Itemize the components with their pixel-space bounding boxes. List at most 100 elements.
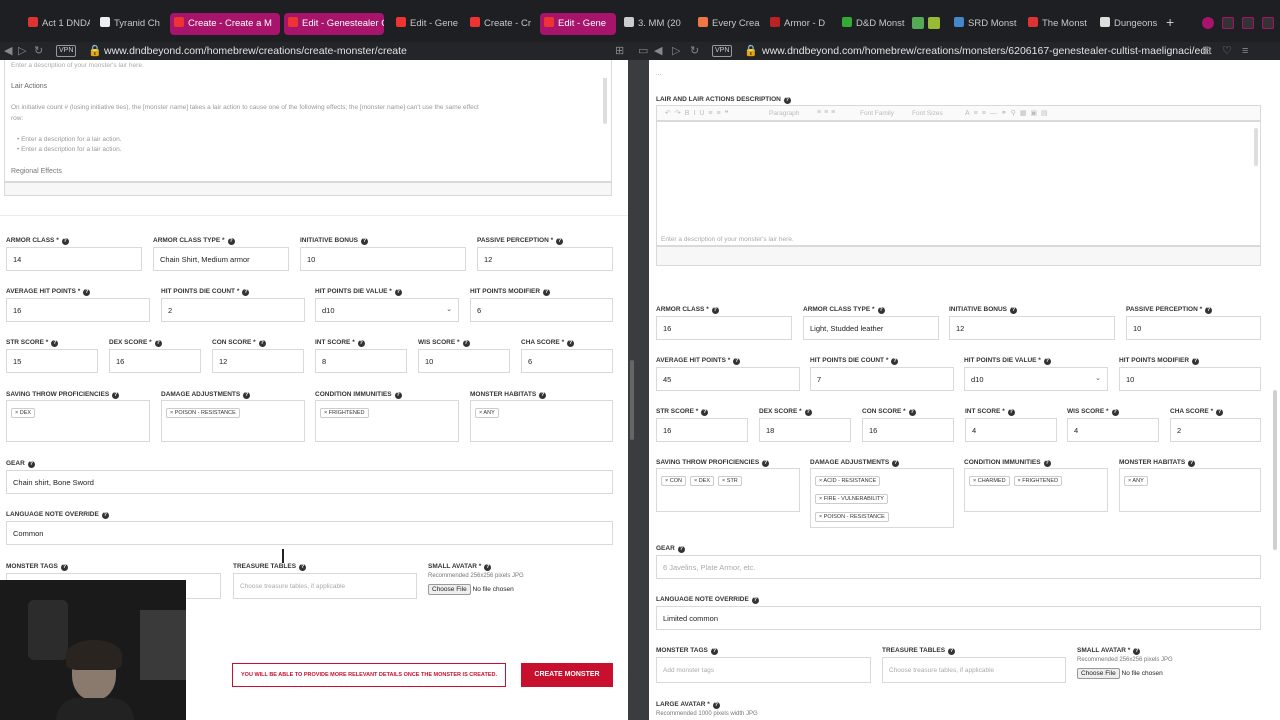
- saving-throw-chip[interactable]: × DEX: [689, 476, 715, 486]
- help-icon[interactable]: ?: [804, 409, 812, 416]
- cha-input[interactable]: 6: [521, 349, 613, 373]
- reload-icon[interactable]: ↻: [34, 42, 43, 60]
- passive-perception-input[interactable]: 12: [477, 247, 613, 271]
- help-icon[interactable]: ?: [556, 238, 564, 245]
- help-icon[interactable]: ?: [243, 392, 251, 399]
- help-icon[interactable]: ?: [539, 392, 547, 399]
- help-icon[interactable]: ?: [394, 289, 402, 296]
- armor-class-type-input[interactable]: Light, Studded leather: [803, 316, 939, 340]
- editor-scrollbar[interactable]: [1254, 128, 1258, 166]
- hp-die-value-select[interactable]: d10 ⌄: [315, 298, 459, 322]
- tags-input[interactable]: Add monster tags: [656, 657, 871, 683]
- help-icon[interactable]: ?: [60, 564, 68, 571]
- tab[interactable]: Create - Cr: [466, 13, 536, 35]
- forward-icon[interactable]: ▷: [18, 42, 26, 60]
- help-icon[interactable]: ?: [101, 512, 109, 519]
- int-input[interactable]: 4: [965, 418, 1057, 442]
- minimize-icon[interactable]: [1222, 17, 1234, 29]
- right-url[interactable]: www.dndbeyond.com/homebrew/creations/mon…: [762, 42, 1211, 60]
- saving-throw-chip[interactable]: × CON: [661, 476, 686, 486]
- help-icon[interactable]: ?: [1043, 460, 1051, 467]
- maximize-icon[interactable]: [1242, 17, 1254, 29]
- condition-imm-chip[interactable]: × FRIGHTENED: [320, 408, 369, 418]
- split-divider[interactable]: [628, 60, 649, 720]
- help-icon[interactable]: ?: [227, 238, 235, 245]
- help-icon[interactable]: ?: [1043, 358, 1051, 365]
- tab[interactable]: Tyranid Ch: [96, 13, 162, 35]
- left-scrollbar[interactable]: [630, 360, 634, 440]
- damage-adj-chip[interactable]: × ACID - RESISTANCE: [815, 476, 881, 486]
- hp-die-count-input[interactable]: 7: [810, 367, 954, 391]
- close-icon[interactable]: [1262, 17, 1274, 29]
- habitat-chip[interactable]: × ANY: [475, 408, 499, 418]
- hp-die-value-select[interactable]: d10 ⌄: [964, 367, 1108, 391]
- damage-adj-multiselect[interactable]: × POISON - RESISTANCE: [161, 400, 305, 442]
- help-icon[interactable]: ?: [357, 340, 365, 347]
- condition-imm-multiselect[interactable]: × FRIGHTENED: [315, 400, 459, 442]
- hp-die-count-input[interactable]: 2: [161, 298, 305, 322]
- misc-icons[interactable]: A≡≡—⚭⚲▦▣▤: [965, 109, 1052, 117]
- dex-input[interactable]: 16: [109, 349, 201, 373]
- armor-class-type-input[interactable]: Chain Shirt, Medium armor: [153, 247, 289, 271]
- heart-icon[interactable]: ♡: [1222, 42, 1232, 60]
- gear-input[interactable]: Chain shirt, Bone Sword: [6, 470, 613, 494]
- treasure-input[interactable]: Choose treasure tables, if applicable: [233, 573, 417, 599]
- menu-icon[interactable]: ≡: [1242, 42, 1248, 60]
- font-sizes-select[interactable]: Font Sizes: [912, 110, 943, 117]
- help-icon[interactable]: ?: [299, 564, 307, 571]
- tab[interactable]: Armor - D: [766, 13, 836, 35]
- help-icon[interactable]: ?: [361, 238, 369, 245]
- lair-editor[interactable]: Enter a description of your monster's la…: [4, 60, 612, 182]
- help-icon[interactable]: ?: [751, 597, 759, 604]
- help-icon[interactable]: ?: [1205, 307, 1213, 314]
- help-icon[interactable]: ?: [567, 340, 575, 347]
- int-input[interactable]: 8: [315, 349, 407, 373]
- tab[interactable]: Edit - Gene: [540, 13, 616, 35]
- forward-icon[interactable]: ▷: [672, 42, 680, 60]
- reload-icon[interactable]: ↻: [690, 42, 699, 60]
- help-icon[interactable]: ?: [877, 307, 885, 314]
- vpn-badge[interactable]: VPN: [712, 45, 733, 57]
- habitats-multiselect[interactable]: × ANY: [1119, 468, 1261, 512]
- saving-throw-chip[interactable]: × DEX: [11, 408, 36, 418]
- help-icon[interactable]: ?: [1216, 409, 1224, 416]
- align-icons[interactable]: ≡≡≡: [817, 109, 838, 116]
- new-tab-button[interactable]: +: [1166, 14, 1174, 30]
- extensions-icon[interactable]: ⊞: [1202, 42, 1211, 60]
- tab[interactable]: Act 1 DNDA: [24, 13, 90, 35]
- format-icons[interactable]: ↶↷BIU≡≡❝: [665, 109, 732, 117]
- reader-icon[interactable]: ▭: [638, 42, 648, 60]
- tab[interactable]: Dungeons: [1096, 13, 1162, 35]
- tab[interactable]: 3. MM (20: [620, 13, 692, 35]
- help-icon[interactable]: ?: [83, 289, 91, 296]
- condition-imm-chip[interactable]: × CHARMED: [969, 476, 1010, 486]
- help-icon[interactable]: ?: [394, 392, 402, 399]
- help-icon[interactable]: ?: [711, 307, 719, 314]
- help-icon[interactable]: ?: [712, 702, 720, 709]
- help-icon[interactable]: ?: [27, 461, 35, 468]
- paragraph-select[interactable]: Paragraph: [769, 110, 799, 117]
- wis-input[interactable]: 10: [418, 349, 510, 373]
- armor-class-input[interactable]: 14: [6, 247, 142, 271]
- tab[interactable]: Edit - Gene: [392, 13, 462, 35]
- con-input[interactable]: 12: [212, 349, 304, 373]
- extensions-icon[interactable]: ⊞: [615, 42, 624, 60]
- help-icon[interactable]: ?: [948, 648, 956, 655]
- saving-throw-chip[interactable]: × STR: [718, 476, 742, 486]
- right-scrollbar[interactable]: [1273, 390, 1277, 550]
- lair-desc-editor[interactable]: Enter a description of your monster's la…: [656, 121, 1261, 246]
- con-input[interactable]: 16: [862, 418, 954, 442]
- gear-input[interactable]: 6 Javelins, Plate Armor, etc.: [656, 555, 1261, 579]
- help-icon[interactable]: ?: [1192, 358, 1200, 365]
- help-icon[interactable]: ?: [1111, 409, 1119, 416]
- treasure-input[interactable]: Choose treasure tables, if applicable: [882, 657, 1066, 683]
- tab[interactable]: Every Crea: [694, 13, 764, 35]
- damage-adj-chip[interactable]: × POISON - RESISTANCE: [166, 408, 240, 418]
- help-icon[interactable]: ?: [908, 409, 916, 416]
- wis-input[interactable]: 4: [1067, 418, 1159, 442]
- saving-throw-multiselect[interactable]: × CON × DEX × STR: [656, 468, 800, 512]
- passive-perception-input[interactable]: 10: [1126, 316, 1261, 340]
- initiative-input[interactable]: 12: [949, 316, 1115, 340]
- cha-input[interactable]: 2: [1170, 418, 1261, 442]
- tab[interactable]: D&D Monst: [838, 13, 908, 35]
